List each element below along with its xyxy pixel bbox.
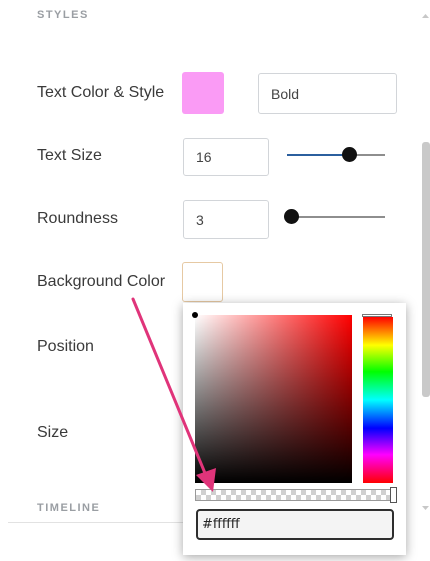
size-label: Size [37, 424, 69, 441]
text-size-input[interactable]: 16 [183, 138, 269, 176]
saturation-value-area[interactable] [192, 312, 352, 483]
background-color-label: Background Color [37, 273, 166, 290]
scroll-down-arrow-icon[interactable] [421, 500, 430, 510]
alpha-strip[interactable] [195, 487, 397, 503]
timeline-section-header: TIMELINE [37, 502, 101, 514]
scrollbar-thumb[interactable] [422, 142, 430, 397]
roundness-value: 3 [196, 211, 204, 228]
hue-strip[interactable] [362, 314, 393, 483]
styles-section-header: STYLES [37, 9, 89, 21]
text-size-slider-fill [287, 154, 350, 156]
roundness-slider-thumb[interactable] [284, 209, 300, 224]
text-size-label: Text Size [37, 147, 102, 164]
text-style-field[interactable]: Bold [258, 73, 397, 114]
text-size-slider-track[interactable] [287, 147, 385, 162]
roundness-slider-track[interactable] [284, 209, 385, 224]
roundness-input[interactable]: 3 [183, 200, 269, 239]
color-picker-popup: #ffffff [183, 303, 406, 555]
roundness-label: Roundness [37, 210, 118, 227]
alpha-handle[interactable] [390, 487, 397, 503]
hex-color-input[interactable]: #ffffff [196, 509, 394, 540]
position-label: Position [37, 338, 94, 355]
hex-color-value: #ffffff [202, 517, 240, 532]
background-color-swatch[interactable] [182, 262, 223, 302]
text-style-value: Bold [271, 85, 300, 102]
scroll-up-arrow-icon[interactable] [421, 8, 430, 18]
hue-handle[interactable] [362, 314, 392, 317]
text-color-swatch[interactable] [182, 72, 224, 114]
text-size-value: 16 [196, 149, 212, 165]
section-divider [8, 522, 190, 523]
text-color-style-label: Text Color & Style [37, 84, 165, 101]
saturation-value-cursor[interactable] [192, 312, 198, 318]
text-size-slider-thumb[interactable] [342, 147, 358, 162]
